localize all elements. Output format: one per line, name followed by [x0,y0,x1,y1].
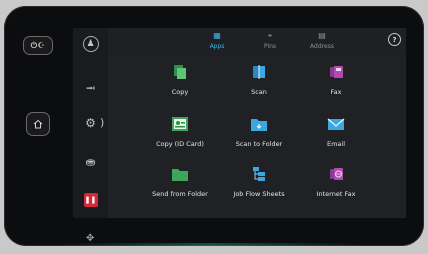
app-scan[interactable]: Scan [219,64,299,96]
jobs-icon: ⭲ [85,81,96,95]
toner-icon: ⛂ [85,155,96,169]
top-tab-bar: ▦ Apps ⌖ Pins ▤ Address ? [108,28,406,54]
home-icon [33,119,43,129]
help-button[interactable]: ? [388,33,401,46]
copy-icon [171,64,189,80]
printer-control-panel: ⏻☪ ♟ ⭲ ⚙ ) ⛂ ❚❚ ▦ Apps ⌖ Pins ▤ Address … [0,0,428,254]
home-button[interactable] [26,112,50,136]
app-label: Copy (ID Card) [156,140,204,148]
internet-fax-icon [327,166,345,182]
sidebar: ♟ ⭲ ⚙ ) ⛂ ❚❚ [73,28,108,218]
folder-icon [171,166,189,182]
tab-apps[interactable]: ▦ Apps [193,31,241,50]
tab-address[interactable]: ▤ Address [298,31,346,50]
app-label: Internet Fax [316,190,356,198]
app-label: Email [326,140,346,148]
app-copy[interactable]: Copy [140,64,220,96]
address-book-icon: ▤ [318,31,326,40]
user-login-button[interactable]: ♟ [73,36,108,52]
power-icon: ⏻☪ [30,40,46,50]
apps-icon: ▦ [213,31,221,40]
app-label: Job Flow Sheets [233,190,285,198]
toner-status-button[interactable]: ⛂ [73,155,108,169]
app-label: Copy [171,88,189,96]
tab-pins[interactable]: ⌖ Pins [246,31,294,50]
pin-icon: ⌖ [267,31,273,40]
touch-screen: ♟ ⭲ ⚙ ) ⛂ ❚❚ ▦ Apps ⌖ Pins ▤ Address ? C… [73,28,428,218]
tab-label: Address [310,43,334,50]
envelope-icon [327,116,345,132]
more-options-icon[interactable]: ⋮ [423,154,428,165]
stop-icon: ❚❚ [83,193,98,207]
tab-label: Apps [209,43,225,50]
flow-icon [250,166,268,182]
app-copy-id-card[interactable]: Copy (ID Card) [140,116,220,148]
app-grid: Copy Scan Fax Copy (ID Card) Scan to Fol… [108,54,428,218]
app-label: Scan to Folder [235,140,283,148]
id-card-icon [171,116,189,132]
app-scan-to-folder[interactable]: Scan to Folder [219,116,299,148]
app-label: Scan [251,88,267,96]
app-send-from-folder[interactable]: Send from Folder [140,166,220,198]
gear-icon: ⚙ [85,116,96,130]
tab-label: Pins [263,43,277,50]
app-job-flow-sheets[interactable]: Job Flow Sheets [219,166,299,198]
scan-icon [250,64,268,80]
app-internet-fax[interactable]: Internet Fax [296,166,376,198]
fax-icon [327,64,345,80]
stop-button[interactable]: ❚❚ [73,193,108,207]
power-button[interactable]: ⏻☪ [23,36,53,55]
user-icon: ♟ [82,36,99,52]
app-label: Fax [330,88,342,96]
app-email[interactable]: Email [296,116,376,148]
app-fax[interactable]: Fax [296,64,376,96]
help-icon: ? [392,35,397,44]
status-light [60,243,360,246]
chevron-right-icon: ) [100,116,105,129]
folder-icon [250,116,268,132]
jobs-button[interactable]: ⭲ [73,79,108,100]
app-label: Send from Folder [152,190,208,198]
